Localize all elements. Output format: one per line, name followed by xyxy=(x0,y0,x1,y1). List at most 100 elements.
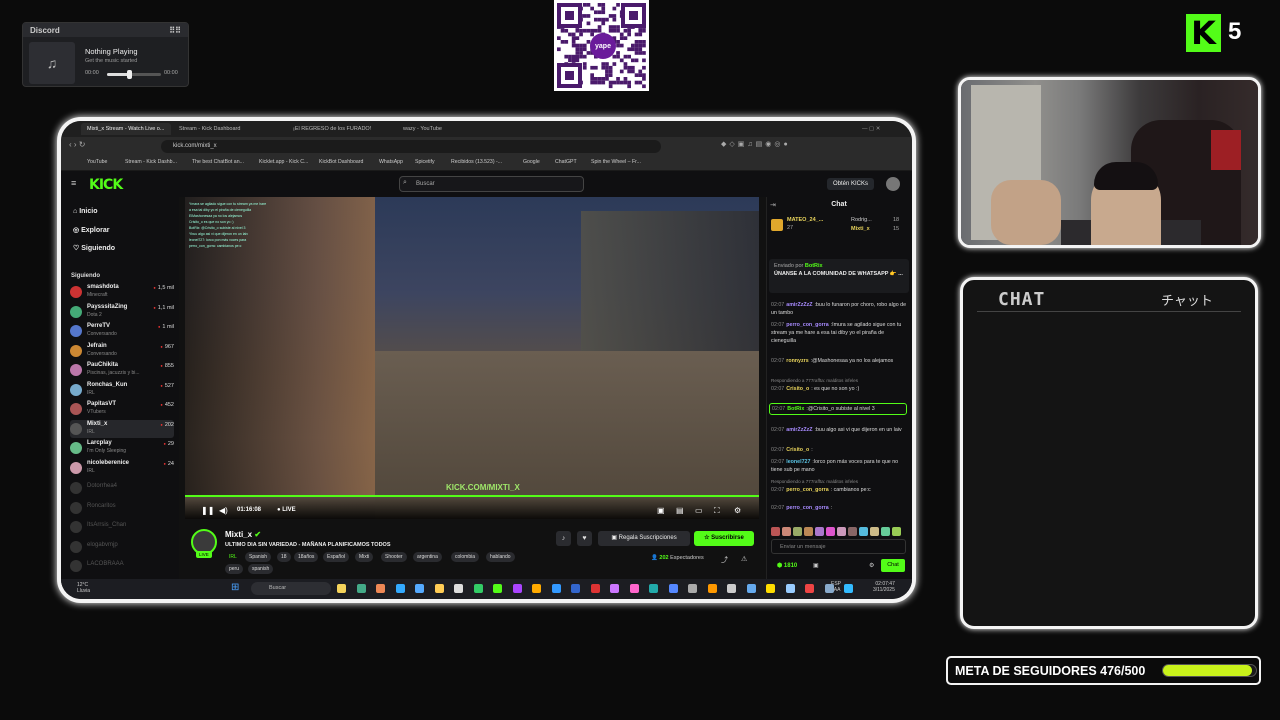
bookmark-item[interactable]: Spicetify xyxy=(415,159,435,165)
following-item-offline[interactable]: ItsArrsis_Chan xyxy=(70,518,174,536)
search-input[interactable]: Buscar xyxy=(399,176,584,192)
taskbar-app-icon[interactable] xyxy=(824,584,834,593)
taskbar-app-icon[interactable] xyxy=(434,584,444,593)
bookmark-item[interactable]: Spin the Wheel – Fr... xyxy=(591,159,641,165)
bookmark-item[interactable]: Google xyxy=(523,159,540,165)
stream-tag[interactable]: Spanish xyxy=(245,552,272,562)
taskbar-search[interactable]: Buscar xyxy=(251,582,331,595)
taskbar-app-icon[interactable] xyxy=(629,584,639,593)
following-item[interactable]: smashdota Minecraft 1,5 mil xyxy=(70,283,174,301)
emote-icon[interactable] xyxy=(804,527,813,536)
taskbar-app-icon[interactable] xyxy=(727,584,736,593)
message-user[interactable]: BotRix xyxy=(787,406,804,412)
chat-input[interactable]: Enviar un mensaje xyxy=(771,539,906,554)
following-item[interactable]: PauChikita Piscinas, jacuzzis y bi... 855 xyxy=(70,361,174,379)
settings-gear-icon[interactable]: ⚙ xyxy=(734,506,741,515)
pinned-announcement[interactable]: Enviado por BotRix ÚNANSE A LA COMUNIDAD… xyxy=(769,259,909,293)
emote-icon[interactable] xyxy=(793,527,802,536)
chat-message[interactable]: 02:07 BotRix:@Crisito_o subiste al nivel … xyxy=(769,403,907,415)
gift-icon[interactable]: ▣ xyxy=(813,562,819,569)
message-user[interactable]: amirZzZzZ xyxy=(786,427,812,433)
emote-icon[interactable] xyxy=(771,527,780,536)
chat-message[interactable]: 02:07 amirZzZzZ:buu lo funaron por choro,… xyxy=(771,301,909,317)
address-bar[interactable]: kick.com/mixti_x xyxy=(161,140,661,153)
stream-tag[interactable]: 18 xyxy=(277,552,291,562)
emote-bar[interactable] xyxy=(771,523,911,536)
sidebar-item-inicio[interactable]: ⌂ Inicio xyxy=(73,208,97,215)
following-item[interactable]: Ronchas_KunIRL 527 xyxy=(70,381,174,399)
message-user[interactable]: ronnyzrs xyxy=(786,358,808,364)
taskbar-app-icon[interactable] xyxy=(746,584,756,593)
emote-icon[interactable] xyxy=(837,527,846,536)
following-item[interactable]: PerreTV Conversando 1 mil xyxy=(70,322,174,340)
chat-message[interactable]: 02:07 amirZzZzZ:buu algo asi vi que dijer… xyxy=(771,426,909,434)
taskbar-app-icon[interactable] xyxy=(337,584,346,593)
sidebar-item-explorar[interactable]: ◎ Explorar xyxy=(73,226,109,234)
taskbar-app-icon[interactable] xyxy=(785,584,795,593)
taskbar-app-icon[interactable] xyxy=(473,584,483,593)
avatar[interactable] xyxy=(886,177,900,191)
message-user[interactable]: perro_con_gorra xyxy=(786,322,828,328)
chat-message[interactable]: Respondiendo a 777raffta: malditos infel… xyxy=(771,377,909,393)
fullscreen-icon[interactable]: ⛶ xyxy=(714,506,720,516)
stream-tag[interactable]: Español xyxy=(323,552,350,562)
send-chat-button[interactable]: Chat xyxy=(881,559,905,572)
emote-icon[interactable] xyxy=(848,527,857,536)
stream-tag[interactable]: spanish xyxy=(248,564,274,574)
emote-icon[interactable] xyxy=(815,527,824,536)
taskbar-app-icon[interactable] xyxy=(707,584,717,593)
stream-tag[interactable]: hablando xyxy=(486,552,515,562)
following-item-offline[interactable]: Dotorrhea4 xyxy=(70,479,174,497)
emote-icon[interactable] xyxy=(859,527,868,536)
taskbar-app-icon[interactable] xyxy=(610,584,619,593)
bookmark-item[interactable]: KickBot Dashboard xyxy=(319,159,363,165)
emote-icon[interactable] xyxy=(826,527,835,536)
nav-arrows-icon[interactable]: ‹ › ↻ xyxy=(69,140,85,149)
taskbar-app-icon[interactable] xyxy=(356,584,366,593)
taskbar-app-icon[interactable] xyxy=(805,584,814,593)
emote-icon[interactable] xyxy=(881,527,890,536)
heart-follow-icon[interactable]: ♥ xyxy=(577,531,592,546)
clip-icon[interactable]: ▤ xyxy=(676,506,684,515)
emote-icon[interactable] xyxy=(782,527,791,536)
taskbar-app-icon[interactable] xyxy=(844,584,853,593)
video-progress-bar[interactable] xyxy=(185,495,759,497)
gift-subs-button[interactable]: ▣ Regala Suscripciones xyxy=(598,531,690,546)
taskbar-app-icon[interactable] xyxy=(415,584,424,593)
emote-icon[interactable] xyxy=(870,527,879,536)
volume-icon[interactable]: ◀) xyxy=(219,506,228,515)
sidebar-item-siguiendo[interactable]: ♡ Siguiendo xyxy=(73,244,115,252)
message-user[interactable]: perro_con_gorra xyxy=(786,505,828,511)
share-icon[interactable]: ⤴ xyxy=(721,555,728,565)
taskbar-clock[interactable]: 02:07:47 3/11/2025 xyxy=(873,581,895,593)
browser-tab[interactable]: Mixti_x Stream - Watch Live o... xyxy=(81,123,171,135)
message-user[interactable]: Crisito_o xyxy=(786,386,809,392)
chat-message[interactable]: 02:07 ronnyzrs:@Mashonesaa ya no los alej… xyxy=(771,357,909,365)
streamer-name[interactable]: Mixti_x ✔ xyxy=(225,530,261,539)
taskbar-app-icon[interactable] xyxy=(668,584,678,593)
message-user[interactable]: amirZzZzZ xyxy=(786,302,812,308)
stream-tag[interactable]: colombia xyxy=(451,552,480,562)
following-item[interactable]: PapitasVT VTubers 452 xyxy=(70,400,174,418)
chat-message[interactable]: 02:07 perro_con_gorra:Imura se agilado si… xyxy=(771,321,909,345)
following-item-offline[interactable]: Roncaritos xyxy=(70,499,174,517)
taskbar-app-icon[interactable] xyxy=(454,584,463,593)
menu-icon[interactable]: ≡ xyxy=(71,178,76,188)
chat-settings-icon[interactable]: ⚙ xyxy=(869,562,874,569)
following-item-offline[interactable]: LACOBRAAA xyxy=(70,557,174,575)
pip-icon[interactable]: ▣ xyxy=(657,506,665,515)
window-controls[interactable]: — ▢ ✕ xyxy=(856,123,886,135)
windows-start-icon[interactable]: ⊞ xyxy=(231,582,242,593)
taskbar-app-icon[interactable] xyxy=(688,584,697,593)
taskbar-app-icon[interactable] xyxy=(376,584,385,593)
get-kicks-button[interactable]: Obtén KICKs xyxy=(827,178,875,190)
taskbar-app-icon[interactable] xyxy=(493,584,502,593)
following-item[interactable]: Mixti_xIRL 202 xyxy=(70,419,174,438)
emote-icon[interactable] xyxy=(892,527,901,536)
following-item[interactable]: PaysssitaZingDota 2 1,1 mil xyxy=(70,303,174,321)
taskbar-app-icon[interactable] xyxy=(551,584,561,593)
pause-icon[interactable]: ❚❚ xyxy=(201,506,214,515)
theater-icon[interactable]: ▭ xyxy=(695,506,703,515)
bookmark-item[interactable]: Kicklet.app - Kick C... xyxy=(259,159,308,165)
stream-tag[interactable]: Shooter xyxy=(381,552,407,562)
